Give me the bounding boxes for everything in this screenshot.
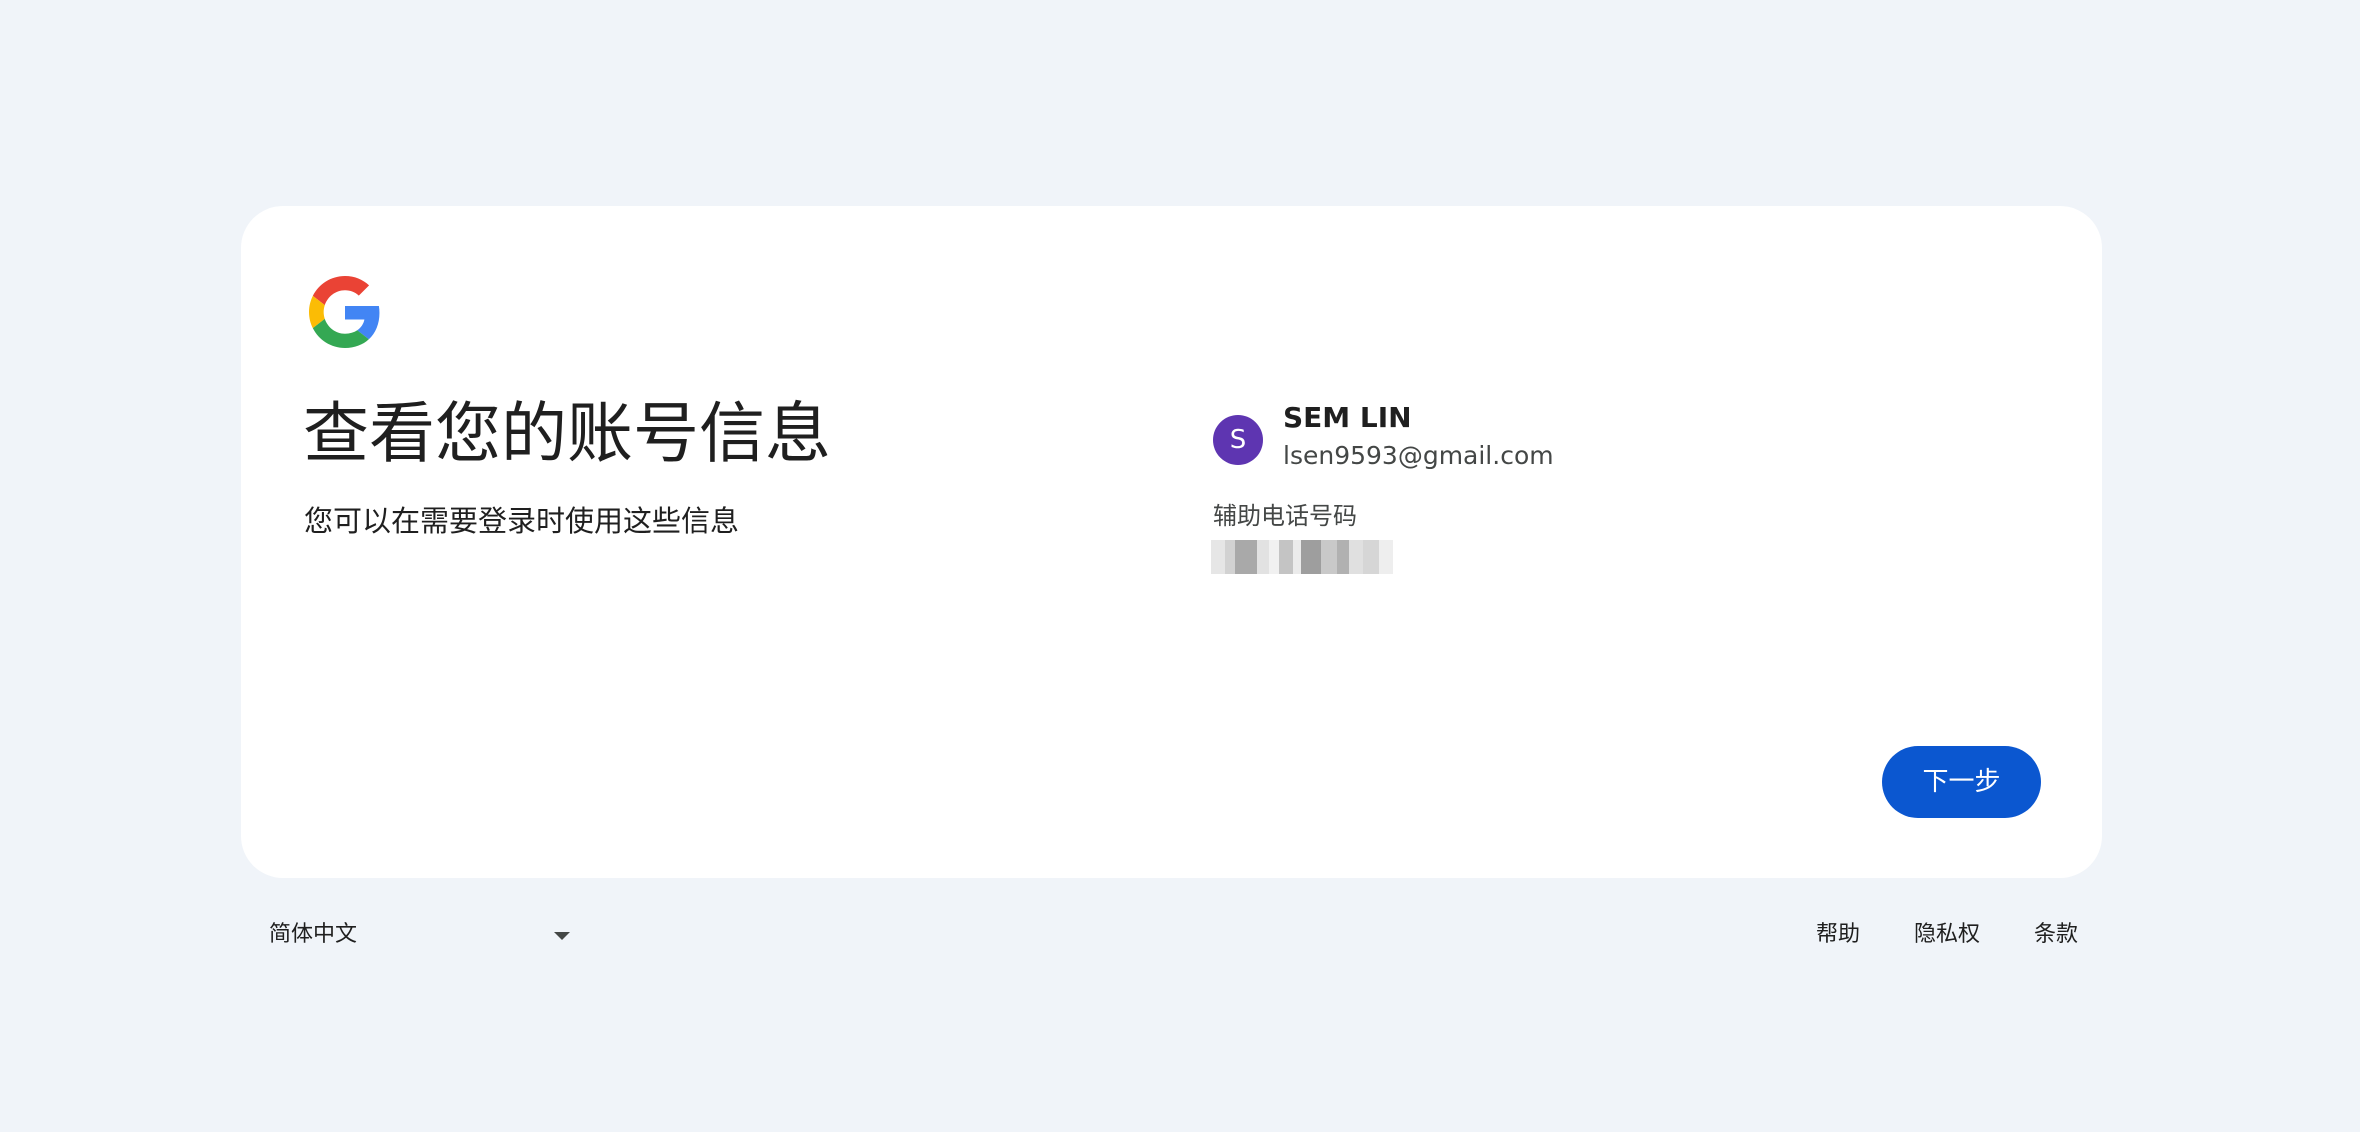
account-name: SEM LIN <box>1283 401 1412 434</box>
avatar: S <box>1213 415 1263 465</box>
terms-link[interactable]: 条款 <box>2034 914 2078 956</box>
footer-links: 帮助 隐私权 条款 <box>1816 914 2078 956</box>
recovery-phone-value-pixelated <box>1211 540 1393 574</box>
help-link[interactable]: 帮助 <box>1816 914 1860 956</box>
language-label: 简体中文 <box>269 922 358 947</box>
chevron-down-icon <box>554 932 570 940</box>
account-email: lsen9593@gmail.com <box>1283 441 1554 470</box>
footer: 简体中文 帮助 隐私权 条款 <box>241 900 2102 970</box>
privacy-link[interactable]: 隐私权 <box>1914 914 1980 956</box>
page-subtitle: 您可以在需要登录时使用这些信息 <box>304 504 740 538</box>
next-button[interactable]: 下一步 <box>1882 746 2041 818</box>
page: 查看您的账号信息 您可以在需要登录时使用这些信息 S SEM LIN lsen9… <box>0 0 2360 1132</box>
signin-card: 查看您的账号信息 您可以在需要登录时使用这些信息 S SEM LIN lsen9… <box>241 206 2102 878</box>
google-logo-icon <box>309 276 381 348</box>
language-select[interactable]: 简体中文 <box>251 914 571 956</box>
recovery-phone-label: 辅助电话号码 <box>1213 502 1357 530</box>
page-title: 查看您的账号信息 <box>303 395 831 472</box>
